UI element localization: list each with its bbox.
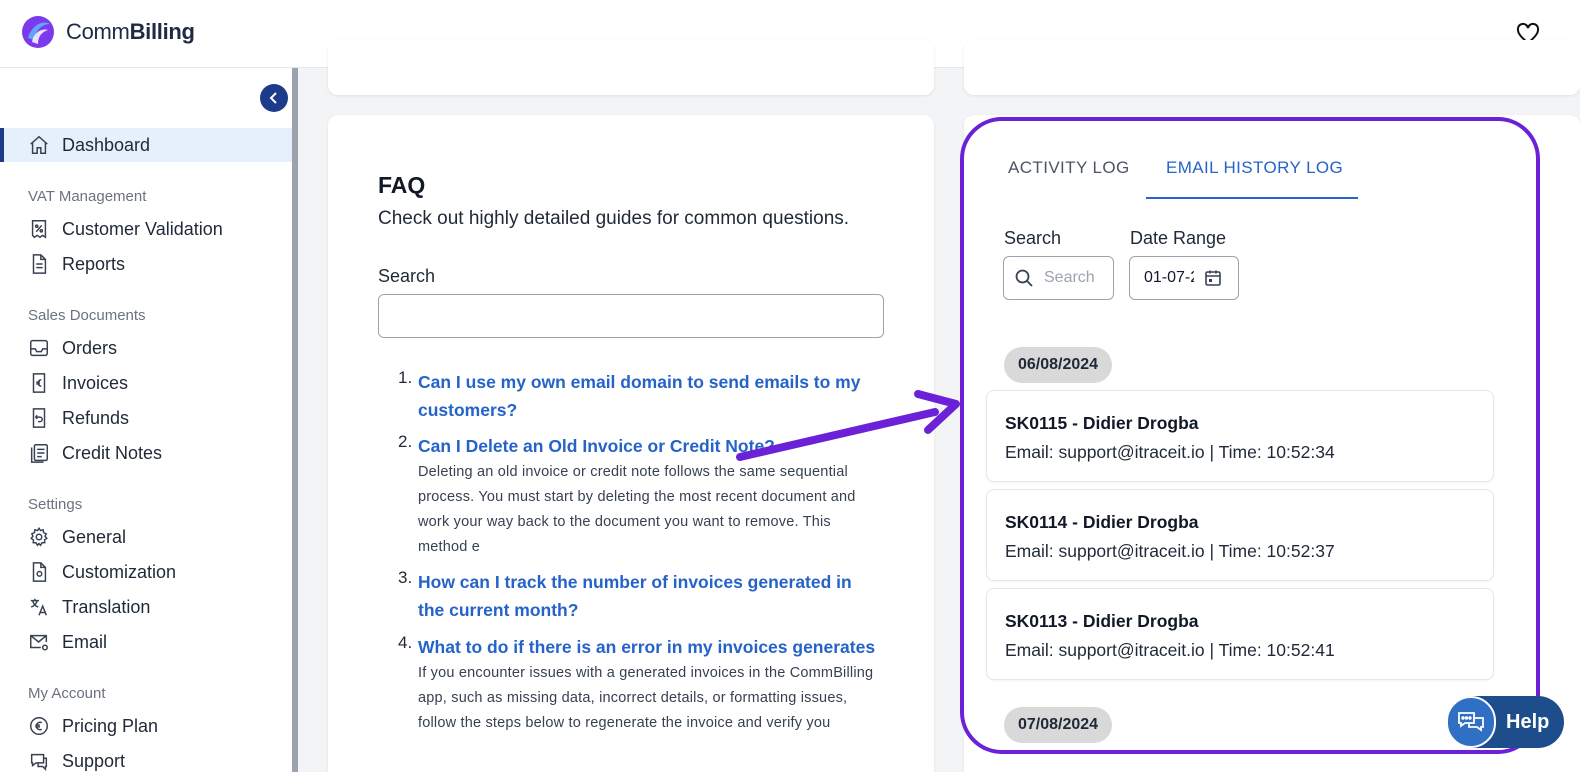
faq-item-number: 3. [398, 568, 413, 587]
entry-detail: Email: support@itraceit.io | Time: 10:52… [1005, 541, 1335, 561]
sidebar-item-label: Reports [62, 253, 126, 274]
top-right-card [964, 40, 1580, 95]
log-search-field[interactable] [1003, 256, 1114, 300]
log-search-label: Search [1004, 228, 1062, 248]
sidebar-item-dashboard[interactable]: Dashboard [0, 128, 292, 162]
faq-search-input[interactable] [378, 294, 884, 338]
date-range-field[interactable]: 01-07-2 [1129, 256, 1239, 300]
sidebar-item-label: General [62, 526, 127, 547]
faq-item[interactable]: 4. What to do if there is an error in my… [398, 633, 878, 736]
brand-logo-icon [22, 16, 54, 48]
faq-search-label: Search [378, 266, 436, 286]
date-group-chip: 06/08/2024 [1004, 347, 1113, 383]
sidebar-item-label: Customer Validation [62, 218, 223, 239]
translate-icon [30, 598, 48, 616]
document-gear-icon [32, 562, 47, 582]
chat-bubbles-icon [1446, 696, 1496, 748]
email-log-entry[interactable]: SK0113 - Didier Drogba Email: support@it… [986, 588, 1494, 680]
sidebar-item-customization[interactable]: Customization [0, 555, 292, 589]
faq-question-link[interactable]: How can I track the number of invoices g… [418, 568, 878, 624]
refund-icon [32, 408, 46, 428]
sidebar-item-support[interactable]: Support [0, 744, 292, 772]
sidebar-item-label: Support [62, 750, 126, 771]
faq-question-link[interactable]: Can I Delete an Old Invoice or Credit No… [418, 432, 878, 460]
sidebar-item-credit-notes[interactable]: Credit Notes [0, 436, 292, 470]
faq-question-link[interactable]: Can I use my own email domain to send em… [418, 368, 878, 424]
inbox-icon [30, 339, 48, 357]
faq-title: FAQ [378, 172, 426, 198]
euro-circle-icon [30, 717, 48, 735]
sidebar-item-reports[interactable]: Reports [0, 247, 292, 281]
sidebar-item-general[interactable]: General [0, 520, 292, 554]
sidebar-item-label: Dashboard [62, 134, 151, 155]
notes-icon [30, 444, 48, 463]
section-title-settings: Settings [28, 496, 83, 513]
top-left-card [328, 40, 934, 95]
sidebar-item-label: Customization [62, 561, 177, 582]
sidebar-scrollbar[interactable] [292, 68, 298, 772]
sidebar-item-customer-validation[interactable]: Customer Validation [0, 212, 292, 246]
tab-email-history-log[interactable]: EMAIL HISTORY LOG [1166, 158, 1343, 178]
sidebar-item-label: Credit Notes [62, 442, 163, 463]
section-title-sales: Sales Documents [28, 307, 146, 324]
help-button[interactable]: Help [1446, 696, 1564, 748]
sidebar-item-label: Translation [62, 596, 151, 617]
tab-activity-log[interactable]: ACTIVITY LOG [1008, 158, 1130, 178]
date-range-value: 01-07-2 [1144, 269, 1194, 286]
sidebar-item-orders[interactable]: Orders [0, 331, 292, 365]
sidebar-item-pricing-plan[interactable]: Pricing Plan [0, 709, 292, 743]
faq-question-link[interactable]: What to do if there is an error in my in… [418, 633, 878, 661]
faq-item-number: 4. [398, 633, 413, 652]
email-log-entry[interactable]: SK0114 - Didier Drogba Email: support@it… [986, 489, 1494, 581]
sidebar-item-label: Email [62, 631, 108, 652]
sidebar-item-refunds[interactable]: Refunds [0, 401, 292, 435]
entry-title: SK0113 - Didier Drogba [1005, 611, 1199, 631]
document-icon [32, 254, 47, 274]
euro-document-icon [32, 373, 46, 393]
email-log-entry[interactable]: SK0115 - Didier Drogba Email: support@it… [986, 390, 1494, 482]
sidebar-item-label: Invoices [62, 372, 129, 393]
search-icon [1015, 269, 1033, 287]
entry-title: SK0114 - Didier Drogba [1005, 512, 1199, 532]
date-group-chip: 07/08/2024 [1004, 707, 1113, 743]
help-label: Help [1506, 710, 1550, 733]
brand-name: CommBilling [66, 19, 195, 44]
sidebar-item-invoices[interactable]: Invoices [0, 366, 292, 400]
entry-detail: Email: support@itraceit.io | Time: 10:52… [1005, 640, 1335, 660]
faq-item[interactable]: 2. Can I Delete an Old Invoice or Credit… [398, 432, 878, 560]
sidebar-item-email[interactable]: Email [0, 625, 292, 659]
calendar-icon[interactable] [1204, 269, 1222, 287]
sidebar-item-label: Orders [62, 337, 118, 358]
chat-icon [30, 753, 48, 772]
sidebar-collapse-button[interactable] [260, 84, 288, 112]
faq-answer: Deleting an old invoice or credit note f… [418, 464, 856, 555]
sidebar-item-label: Refunds [62, 407, 130, 428]
sidebar-item-translation[interactable]: Translation [0, 590, 292, 624]
faq-item-number: 1. [398, 368, 413, 387]
faq-item[interactable]: 3. How can I track the number of invoice… [398, 568, 878, 624]
faq-answer: If you encounter issues with a generated… [418, 665, 874, 731]
gear-icon [30, 526, 48, 547]
section-title-vat: VAT Management [28, 188, 147, 205]
home-icon [30, 135, 48, 154]
chevron-left-icon [269, 92, 277, 104]
entry-title: SK0115 - Didier Drogba [1005, 413, 1199, 433]
date-range-label: Date Range [1130, 228, 1227, 248]
brand-logo[interactable]: CommBilling [20, 14, 195, 50]
mail-gear-icon [30, 634, 48, 651]
faq-subtitle: Check out highly detailed guides for com… [378, 208, 850, 229]
active-tab-indicator [1146, 197, 1358, 199]
entry-detail: Email: support@itraceit.io | Time: 10:52… [1005, 442, 1335, 462]
receipt-percent-icon [31, 220, 47, 239]
log-search-input[interactable] [1044, 269, 1094, 287]
faq-item[interactable]: 1. Can I use my own email domain to send… [398, 368, 878, 424]
section-title-account: My Account [28, 685, 106, 702]
sidebar-item-label: Pricing Plan [62, 715, 159, 736]
faq-item-number: 2. [398, 432, 413, 451]
